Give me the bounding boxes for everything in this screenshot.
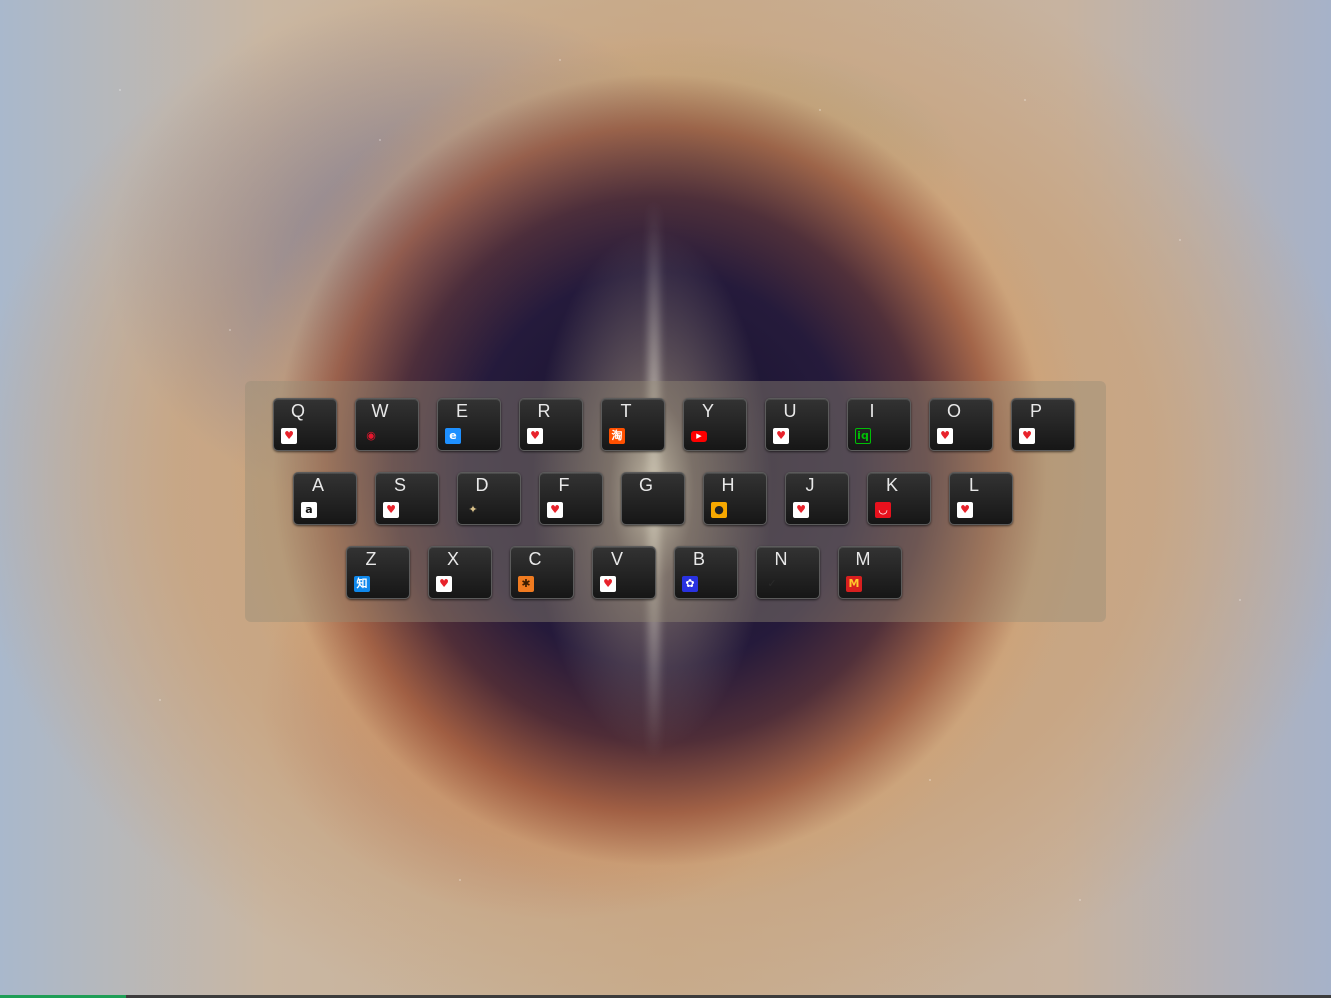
key-x[interactable]: X ♥ bbox=[428, 546, 492, 599]
heart-icon: ♥ bbox=[937, 428, 953, 444]
key-letter: M bbox=[855, 549, 871, 569]
heart-icon: ♥ bbox=[600, 576, 616, 592]
zhihu-icon: 知 bbox=[354, 576, 370, 592]
key-t[interactable]: T 淘 bbox=[601, 398, 665, 451]
key-f[interactable]: F ♥ bbox=[539, 472, 603, 525]
amazon-icon: a bbox=[301, 502, 317, 518]
ie-browser-icon: e bbox=[445, 428, 461, 444]
key-s[interactable]: S ♥ bbox=[375, 472, 439, 525]
key-letter: Y bbox=[701, 401, 714, 421]
key-letter: L bbox=[968, 475, 979, 495]
key-letter: K bbox=[885, 475, 898, 495]
heart-icon: ♥ bbox=[1019, 428, 1035, 444]
key-letter: E bbox=[455, 401, 468, 421]
key-letter: C bbox=[528, 549, 542, 569]
key-letter: Q bbox=[290, 401, 305, 421]
key-o[interactable]: O ♥ bbox=[929, 398, 993, 451]
key-letter: S bbox=[393, 475, 406, 495]
key-j[interactable]: J ♥ bbox=[785, 472, 849, 525]
key-u[interactable]: U ♥ bbox=[765, 398, 829, 451]
nike-icon: ✓ bbox=[767, 577, 777, 590]
key-letter: D bbox=[475, 475, 489, 495]
key-q[interactable]: Q ♥ bbox=[273, 398, 337, 451]
key-letter: N bbox=[774, 549, 788, 569]
key-a[interactable]: A a bbox=[293, 472, 357, 525]
eagle-icon: ✦ bbox=[468, 503, 478, 516]
heart-icon: ♥ bbox=[383, 502, 399, 518]
hupu-icon: ● bbox=[711, 502, 727, 518]
iqiyi-icon: iq bbox=[855, 428, 871, 444]
key-c[interactable]: C ✱ bbox=[510, 546, 574, 599]
heart-icon: ♥ bbox=[793, 502, 809, 518]
taobao-icon: 淘 bbox=[609, 428, 625, 444]
heart-icon: ♥ bbox=[527, 428, 543, 444]
heart-icon: ♥ bbox=[957, 502, 973, 518]
key-letter: J bbox=[805, 475, 815, 495]
key-b[interactable]: B ✿ bbox=[674, 546, 738, 599]
key-i[interactable]: I iq bbox=[847, 398, 911, 451]
key-v[interactable]: V ♥ bbox=[592, 546, 656, 599]
key-p[interactable]: P ♥ bbox=[1011, 398, 1075, 451]
key-letter: U bbox=[783, 401, 797, 421]
key-letter: G bbox=[638, 475, 653, 495]
key-r[interactable]: R ♥ bbox=[519, 398, 583, 451]
mcdonalds-icon: M bbox=[846, 576, 862, 592]
key-l[interactable]: L ♥ bbox=[949, 472, 1013, 525]
key-n[interactable]: N ✓ bbox=[756, 546, 820, 599]
baidu-icon: ✿ bbox=[682, 576, 698, 592]
heart-icon: ♥ bbox=[281, 428, 297, 444]
heart-icon: ♥ bbox=[436, 576, 452, 592]
key-g[interactable]: G bbox=[621, 472, 685, 525]
key-z[interactable]: Z 知 bbox=[346, 546, 410, 599]
key-letter: B bbox=[692, 549, 705, 569]
key-w[interactable]: W ◉ bbox=[355, 398, 419, 451]
key-letter: Z bbox=[365, 549, 377, 569]
heart-icon: ♥ bbox=[547, 502, 563, 518]
key-letter: P bbox=[1029, 401, 1042, 421]
key-letter: F bbox=[558, 475, 570, 495]
key-letter: O bbox=[946, 401, 961, 421]
key-letter: W bbox=[371, 401, 389, 421]
key-k[interactable]: K ◡ bbox=[867, 472, 931, 525]
key-e[interactable]: E e bbox=[437, 398, 501, 451]
key-letter: T bbox=[620, 401, 632, 421]
heart-icon: ♥ bbox=[773, 428, 789, 444]
key-y[interactable]: Y ▶ bbox=[683, 398, 747, 451]
key-letter: X bbox=[446, 549, 459, 569]
key-letter: R bbox=[537, 401, 551, 421]
lips-icon: ◡ bbox=[875, 502, 891, 518]
key-letter: I bbox=[869, 401, 875, 421]
key-letter: A bbox=[311, 475, 324, 495]
weibo-icon: ◉ bbox=[366, 429, 376, 442]
key-d[interactable]: D ✦ bbox=[457, 472, 521, 525]
youtube-icon: ▶ bbox=[691, 428, 707, 444]
key-letter: H bbox=[721, 475, 735, 495]
keyboard-panel: Q ♥ W ◉ E e R ♥ T 淘 Y ▶ U ♥ I iq O ♥ P ♥… bbox=[245, 381, 1106, 622]
key-letter: V bbox=[610, 549, 623, 569]
key-h[interactable]: H ● bbox=[703, 472, 767, 525]
key-m[interactable]: M M bbox=[838, 546, 902, 599]
asterisk-icon: ✱ bbox=[518, 576, 534, 592]
